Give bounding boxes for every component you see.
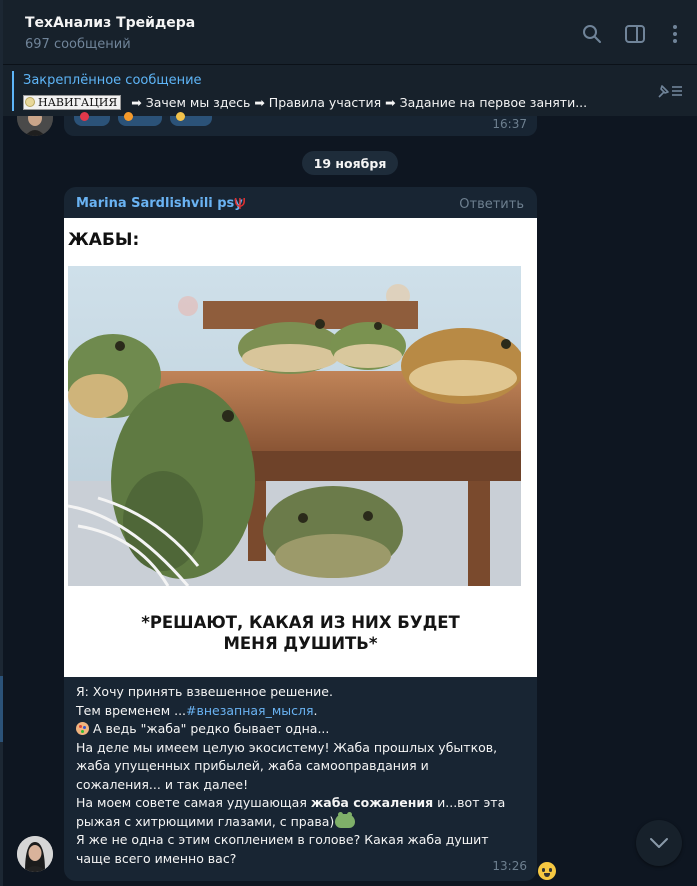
text-span: . bbox=[313, 702, 318, 718]
text-span: А ведь "жаба" редко бывает одна... bbox=[93, 721, 330, 736]
palette-emoji-icon bbox=[76, 722, 89, 735]
date-separator: 19 ноября bbox=[302, 151, 398, 175]
meme-image[interactable]: ЖАБЫ: *РЕШАЮТ, КАКАЯ ИЗ НИХ БУДЕТ МЕНЯ Д… bbox=[64, 218, 537, 677]
message-time: 16:37 bbox=[492, 117, 527, 131]
text-line: рыжая с хитрющими глазами, с права) bbox=[76, 811, 526, 832]
text-line: сожаления... и так далее! bbox=[76, 776, 526, 795]
scroll-down-button[interactable] bbox=[636, 820, 682, 866]
text-line: чаще всего именно вас? bbox=[76, 850, 526, 869]
text-span: Я: Хочу принять взвешенное решение. bbox=[76, 684, 333, 699]
left-panel-edge bbox=[0, 0, 3, 886]
chat-member-count: 697 сообщений bbox=[25, 37, 131, 52]
text-span: На деле мы имеем целую экосистему! Жаба … bbox=[76, 739, 498, 755]
reply-button[interactable]: Ответить bbox=[459, 197, 524, 212]
meme-title: ЖАБЫ: bbox=[68, 230, 140, 250]
text-line: Тем временем ...#внезапная_мысля. bbox=[76, 702, 526, 721]
text-span: и...вот эта bbox=[433, 795, 506, 810]
text-line: На деле мы имеем целую экосистему! Жаба … bbox=[76, 739, 526, 758]
navigation-badge-label: НАВИГАЦИЯ bbox=[38, 95, 118, 109]
text-span: рыжая с хитрющими глазами, с права) bbox=[76, 813, 335, 829]
more-vertical-icon[interactable] bbox=[661, 20, 689, 48]
unpin-icon[interactable] bbox=[655, 81, 683, 101]
text-line: Я: Хочу принять взвешенное решение. bbox=[76, 683, 526, 702]
reaction-chip[interactable] bbox=[118, 112, 162, 126]
text-line: Я же не одна с этим скоплением в голове?… bbox=[76, 831, 526, 850]
pinned-preview-text: ➡ Зачем мы здесь ➡ Правила участия ➡ Зад… bbox=[131, 94, 588, 110]
message-text: Я: Хочу принять взвешенное решение. Тем … bbox=[76, 683, 526, 868]
message-time: 13:26 bbox=[492, 859, 527, 873]
bold-text: жаба сожаления bbox=[310, 795, 434, 810]
pinned-preview: НАВИГАЦИЯ ➡ Зачем мы здесь ➡ Правила уча… bbox=[23, 93, 635, 111]
lightbulb-icon bbox=[25, 97, 35, 107]
meme-caption-line: *РЕШАЮТ, КАКАЯ ИЗ НИХ БУДЕТ bbox=[141, 613, 460, 632]
text-span: жаба упущенных прибылей, жаба самооправд… bbox=[76, 758, 429, 773]
pinned-title: Закреплённое сообщение bbox=[23, 73, 202, 88]
avatar[interactable] bbox=[17, 116, 53, 136]
sender-name[interactable]: Marina Sardlishvili psy bbox=[76, 196, 243, 211]
text-span: Тем временем ... bbox=[76, 702, 187, 718]
chevron-down-icon bbox=[650, 838, 668, 848]
screaming-face-reaction-icon[interactable] bbox=[538, 862, 556, 880]
pinned-message-bar[interactable]: Закреплённое сообщение НАВИГАЦИЯ ➡ Зачем… bbox=[3, 64, 697, 116]
sidebar-toggle-icon[interactable] bbox=[621, 20, 649, 48]
frogs-photo bbox=[68, 266, 521, 586]
text-line: На моем совете самая удушающая жаба сожа… bbox=[76, 794, 526, 813]
sender-badge: Ψ bbox=[234, 195, 246, 213]
text-span: Я же не одна с этим скоплением в голове?… bbox=[76, 832, 489, 847]
avatar[interactable] bbox=[17, 836, 53, 872]
left-panel-active-indicator bbox=[0, 676, 3, 742]
message-bubble[interactable]: Marina Sardlishvili psy Ψ Ответить ЖАБЫ: bbox=[64, 187, 537, 881]
chat-header[interactable]: ТехАнализ Трейдера 697 сообщений bbox=[3, 4, 697, 64]
text-span: сожаления... и так далее! bbox=[76, 776, 249, 792]
reaction-chip[interactable] bbox=[170, 112, 212, 126]
meme-caption: *РЕШАЮТ, КАКАЯ ИЗ НИХ БУДЕТ МЕНЯ ДУШИТЬ* bbox=[64, 612, 537, 654]
search-icon[interactable] bbox=[578, 20, 606, 48]
pinned-indicator bbox=[12, 71, 14, 111]
text-line: А ведь "жаба" редко бывает одна... bbox=[76, 720, 526, 739]
navigation-badge: НАВИГАЦИЯ bbox=[23, 94, 122, 110]
hashtag-link[interactable]: #внезапная_мысля bbox=[186, 703, 313, 718]
reaction-chip[interactable] bbox=[74, 112, 110, 126]
frog-emoji-icon bbox=[335, 811, 356, 828]
meme-caption-line: МЕНЯ ДУШИТЬ* bbox=[223, 634, 378, 653]
text-span: На моем совете самая удушающая bbox=[76, 795, 311, 810]
previous-message-bubble[interactable]: 16:37 bbox=[64, 112, 537, 136]
chat-title: ТехАнализ Трейдера bbox=[25, 15, 196, 31]
text-line: жаба упущенных прибылей, жаба самооправд… bbox=[76, 757, 526, 776]
text-span: чаще всего именно вас? bbox=[76, 850, 237, 866]
